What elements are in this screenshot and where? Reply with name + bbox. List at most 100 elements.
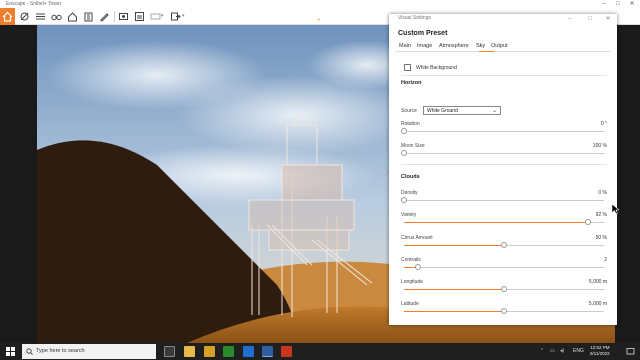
taskbar-clock[interactable]: 12:52 PM 9/11/2022 — [590, 345, 610, 357]
slider-fill — [404, 289, 504, 290]
volume-icon[interactable]: ◂) — [560, 348, 564, 354]
screenshot-icon[interactable] — [118, 11, 129, 22]
tab-atmosphere[interactable]: Atmosphere — [439, 43, 469, 49]
slider-thumb[interactable] — [501, 286, 507, 292]
clock-date: 9/11/2022 — [590, 351, 610, 356]
network-icon[interactable]: ▭ — [550, 348, 555, 354]
panel-titlebar: Visual Settings – □ ✕ — [389, 14, 617, 24]
slider-thumb[interactable] — [401, 128, 407, 134]
contrails-label: Contrails — [401, 257, 421, 263]
variety-slider[interactable] — [404, 219, 604, 226]
rotation-label: Rotation — [401, 121, 420, 127]
language-indicator[interactable]: ENG — [573, 348, 584, 354]
rotation-slider[interactable] — [401, 128, 604, 135]
batch-render-icon[interactable] — [134, 11, 145, 22]
outlook-icon[interactable] — [243, 346, 254, 357]
panel-title: Visual Settings — [398, 15, 431, 21]
window-titlebar: Enscape - Snibel+ Tower – □ ✕ — [0, 0, 640, 8]
building-icon[interactable] — [83, 11, 94, 22]
mouse-cursor-icon — [612, 204, 619, 215]
enscape-app: Enscape - Snibel+ Tower – □ ✕ ▾ ▾ ⌃ Visu… — [0, 0, 640, 360]
windows-taskbar: Type here to search ⌃ ▭ ◂) ENG 12:52 PM … — [0, 343, 640, 360]
cirrus-amount-value: 50 % — [595, 235, 607, 241]
house-icon[interactable] — [67, 11, 78, 22]
contrails-slider[interactable] — [404, 264, 604, 271]
binoculars-icon[interactable] — [51, 11, 62, 22]
search-icon — [26, 348, 33, 355]
minimize-button[interactable]: – — [598, 0, 610, 8]
slider-thumb[interactable] — [501, 242, 507, 248]
source-select[interactable]: White Ground ⌄ — [423, 106, 501, 115]
maximize-button[interactable]: □ — [612, 0, 624, 8]
pencil-icon[interactable] — [99, 11, 110, 22]
variety-label: Variety — [401, 212, 417, 218]
folder-icon[interactable] — [204, 346, 215, 357]
slider-thumb[interactable] — [585, 219, 591, 225]
slider-fill — [404, 311, 504, 312]
slider-track — [404, 267, 604, 268]
panel-close-button[interactable]: ✕ — [603, 14, 613, 24]
density-label: Density — [401, 190, 418, 196]
export-icon[interactable] — [170, 11, 181, 22]
panel-minimize-button[interactable]: – — [565, 14, 575, 24]
slider-thumb[interactable] — [401, 150, 407, 156]
layers-icon[interactable] — [35, 11, 46, 22]
divider — [401, 164, 607, 165]
longitude-value: 5,000 m — [588, 279, 607, 285]
white-background-label: White Background — [416, 65, 457, 71]
tab-main[interactable]: Main — [399, 43, 411, 49]
home-icon — [2, 11, 13, 22]
cirrus-amount-label: Cirrus Amount — [401, 235, 433, 241]
source-label: Source — [401, 108, 417, 114]
tab-image[interactable]: Image — [417, 43, 432, 49]
white-background-checkbox[interactable] — [404, 64, 411, 71]
slider-track — [404, 131, 604, 132]
divider — [401, 75, 607, 76]
longitude-label: Longitude — [401, 279, 423, 285]
sketchup-icon[interactable] — [262, 346, 273, 357]
window-title: Enscape - Snibel+ Tower — [6, 1, 62, 7]
contrails-value: 2 — [604, 257, 607, 263]
cirrus-amount-slider[interactable] — [404, 242, 604, 249]
windows-start-icon[interactable] — [6, 347, 15, 356]
preset-name[interactable]: Custom Preset — [398, 30, 447, 37]
notifications-icon[interactable] — [626, 347, 635, 356]
tray-chevron-icon[interactable]: ⌃ — [540, 348, 544, 354]
latitude-slider[interactable] — [404, 308, 604, 315]
panorama-icon[interactable] — [150, 11, 161, 22]
taskbar-search[interactable]: Type here to search — [22, 344, 156, 359]
source-value: White Ground — [427, 108, 458, 114]
task-view-icon[interactable] — [164, 346, 175, 357]
file-explorer-icon[interactable] — [184, 346, 195, 357]
panel-maximize-button[interactable]: □ — [585, 14, 595, 24]
clouds-heading: Clouds — [401, 174, 420, 180]
moon-size-value: 100 % — [592, 143, 607, 149]
density-slider[interactable] — [401, 197, 604, 204]
green-app-icon[interactable] — [223, 346, 234, 357]
longitude-slider[interactable] — [404, 286, 604, 293]
panorama-dropdown-icon[interactable]: ▾ — [161, 13, 164, 19]
export-dropdown-icon[interactable]: ▾ — [182, 13, 185, 19]
enscape-icon[interactable] — [281, 346, 292, 357]
slider-fill — [404, 222, 588, 223]
moon-size-label: Moon Size — [401, 143, 425, 149]
search-placeholder: Type here to search — [36, 348, 85, 354]
latitude-value: 5,000 m — [588, 301, 607, 307]
slider-track — [404, 153, 604, 154]
slider-thumb[interactable] — [501, 308, 507, 314]
close-button[interactable]: ✕ — [626, 0, 638, 8]
tab-sky[interactable]: Sky — [476, 43, 485, 49]
active-tab-indicator — [479, 51, 494, 52]
slider-fill — [404, 245, 504, 246]
orbit-icon[interactable] — [19, 11, 30, 22]
moon-size-slider[interactable] — [401, 150, 604, 157]
horizon-heading: Horizon — [401, 80, 422, 86]
tab-output[interactable]: Output — [491, 43, 508, 49]
sky-settings: White Background Horizon Source White Gr… — [389, 54, 617, 325]
chevron-down-icon: ⌄ — [491, 108, 497, 114]
home-button[interactable] — [0, 8, 15, 25]
visual-settings-panel: Visual Settings – □ ✕ Custom Preset Main… — [389, 14, 617, 325]
latitude-label: Latitude — [401, 301, 419, 307]
slider-thumb[interactable] — [415, 264, 421, 270]
slider-thumb[interactable] — [401, 197, 407, 203]
